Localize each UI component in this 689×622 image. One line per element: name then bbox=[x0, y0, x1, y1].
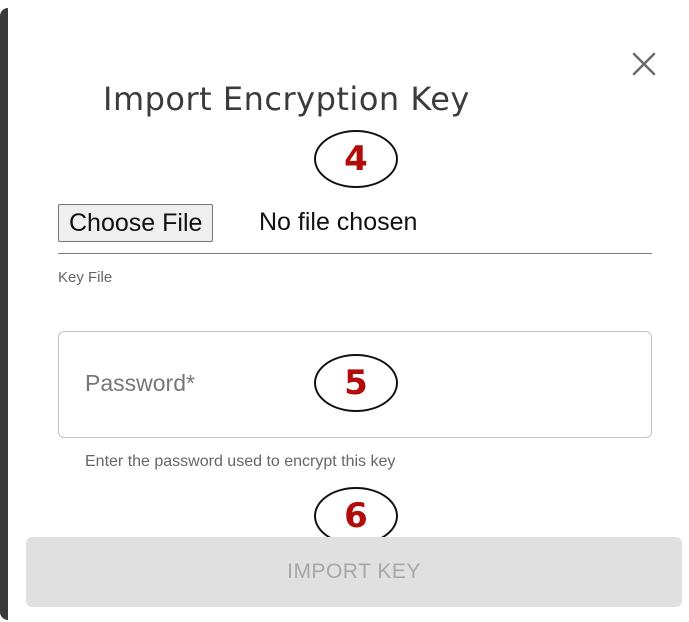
choose-file-button[interactable]: Choose File bbox=[58, 204, 214, 242]
close-button[interactable] bbox=[626, 46, 662, 82]
close-icon bbox=[632, 52, 656, 76]
step-badge-4: 4 bbox=[314, 130, 398, 188]
step-badge-5: 5 bbox=[314, 354, 398, 412]
import-key-dialog: Import Encryption Key 4 Choose File No f… bbox=[0, 0, 689, 622]
password-helper-text: Enter the password used to encrypt this … bbox=[85, 453, 396, 470]
key-file-field: Choose File No file chosen bbox=[58, 202, 652, 254]
key-file-label: Key File bbox=[58, 269, 113, 286]
dialog-frame-edge bbox=[0, 8, 8, 620]
dialog-frame-inner bbox=[8, 8, 12, 620]
password-placeholder: Password* bbox=[85, 370, 195, 396]
file-status-text: No file chosen bbox=[259, 208, 418, 236]
dialog-title: Import Encryption Key bbox=[103, 80, 470, 118]
import-key-button[interactable]: IMPORT KEY bbox=[26, 537, 682, 607]
